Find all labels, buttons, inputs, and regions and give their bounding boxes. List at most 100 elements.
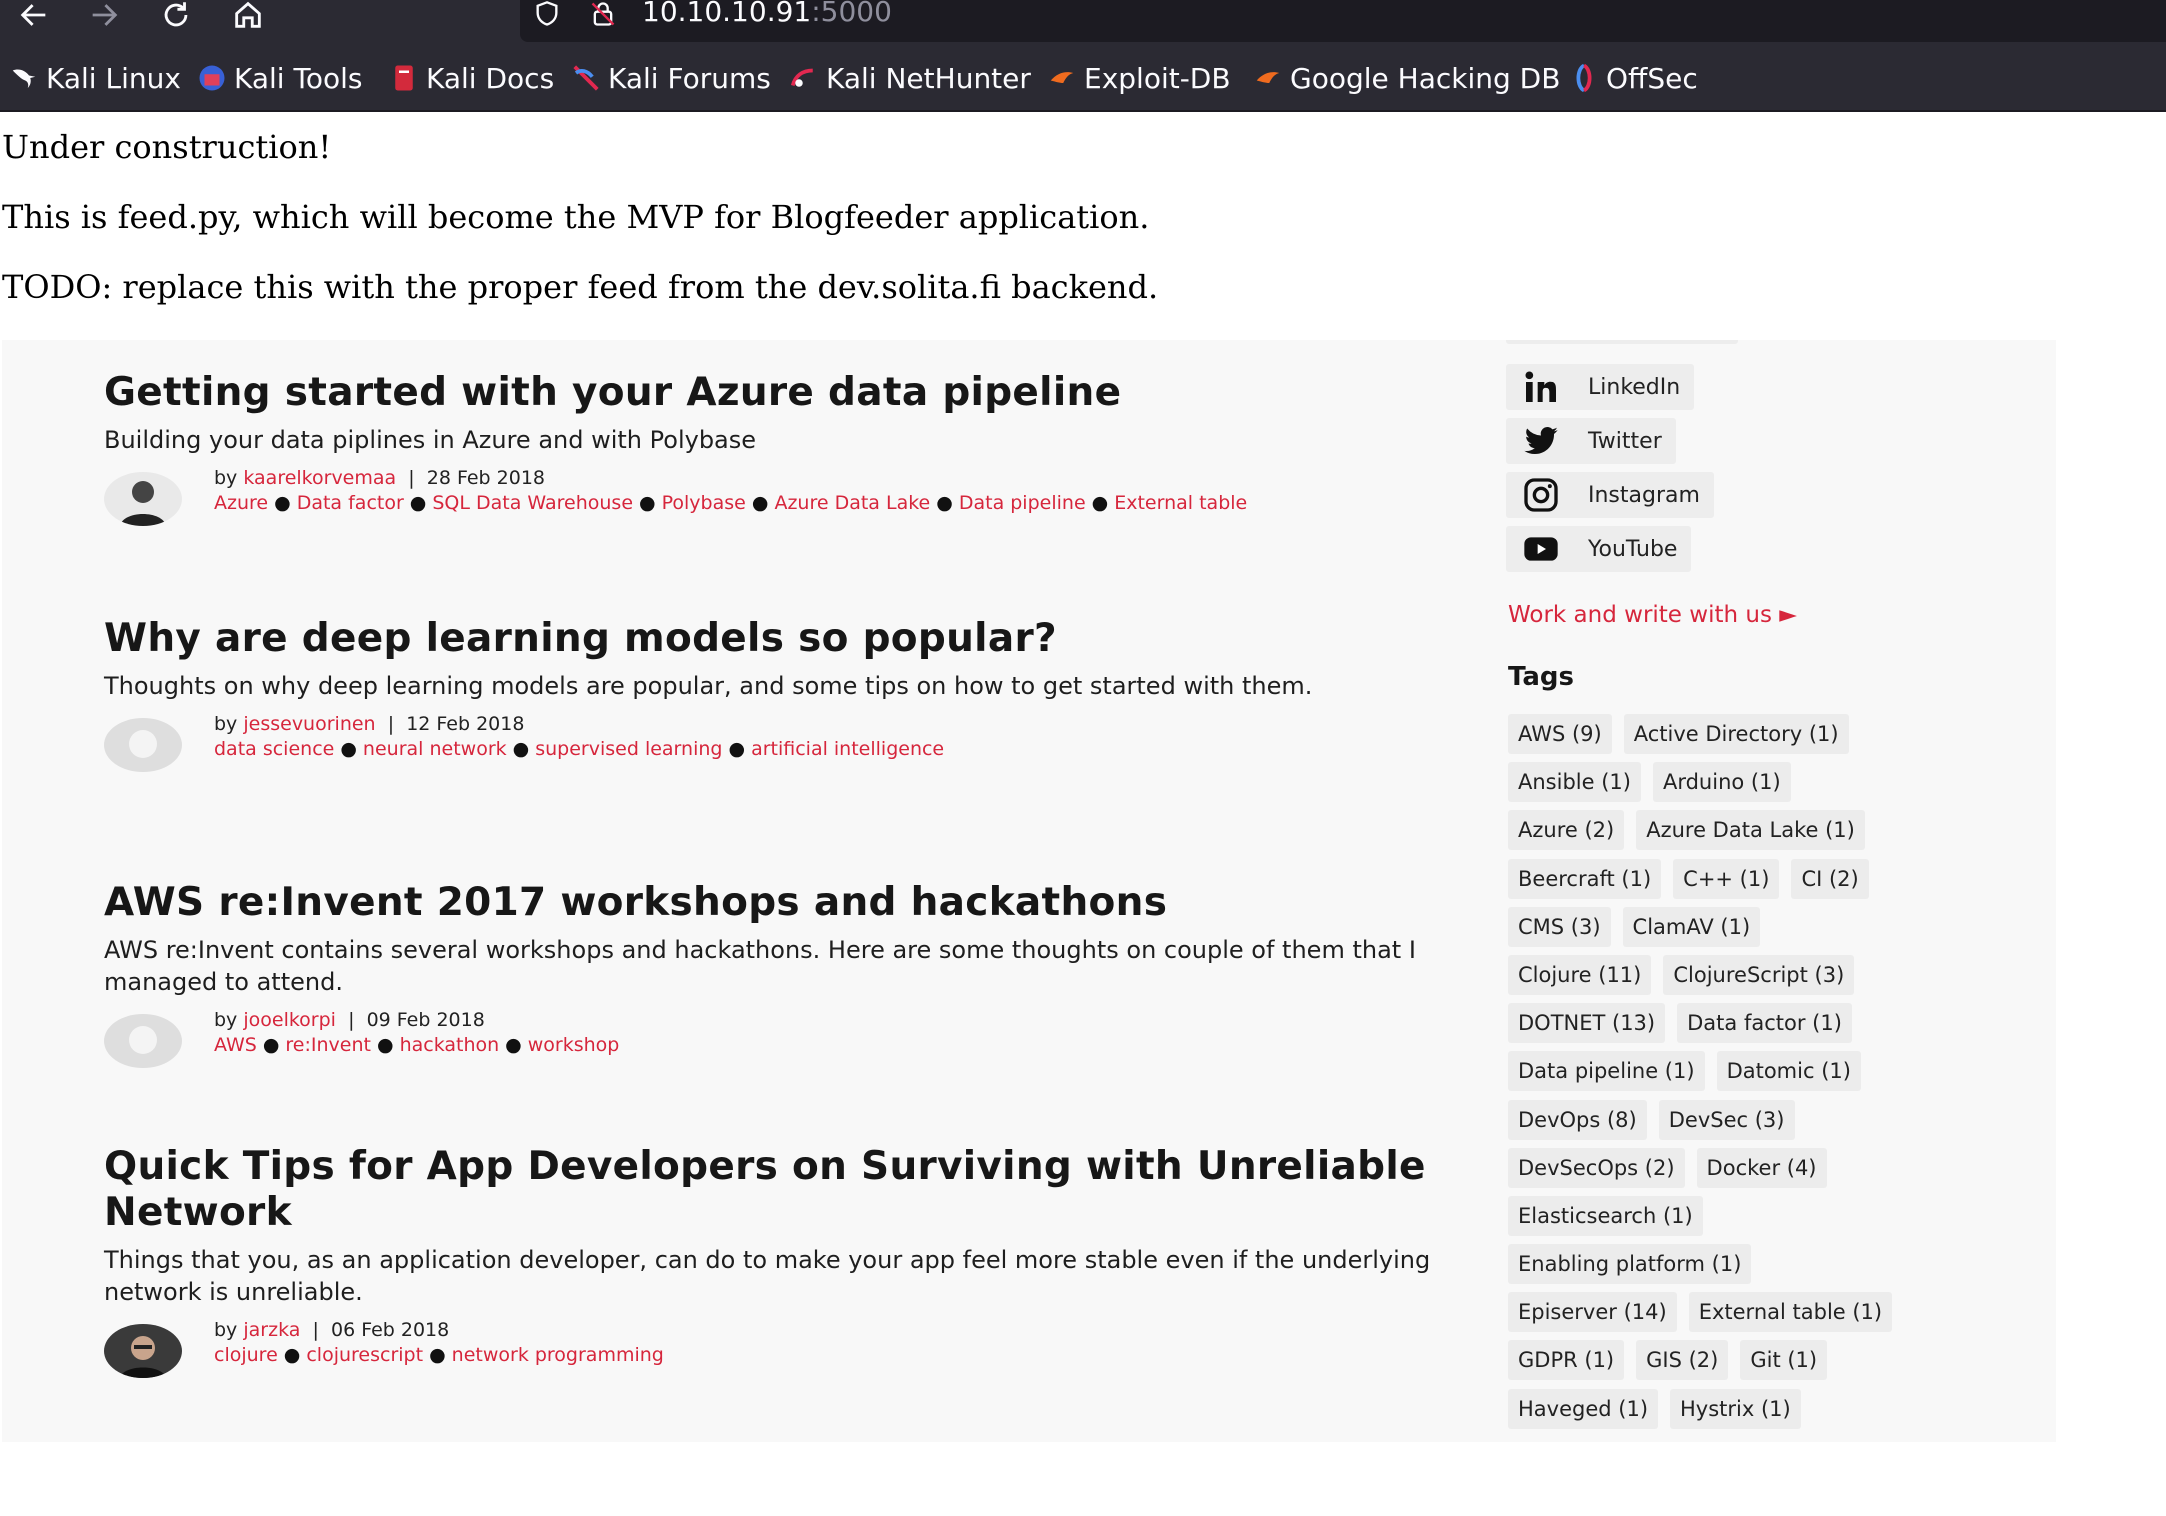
back-arrow-icon[interactable] <box>12 0 56 30</box>
tag-link[interactable]: artificial intelligence <box>751 738 944 760</box>
tag-link[interactable]: Data pipeline <box>959 492 1086 514</box>
social-linkedin[interactable]: LinkedIn <box>1506 364 1695 410</box>
tag-link[interactable]: SQL Data Warehouse <box>432 492 633 514</box>
under-construction-text: Under construction! <box>2 128 332 166</box>
tag-link[interactable]: External table <box>1114 492 1247 514</box>
bookmark-offsec[interactable]: OffSec <box>1568 60 1698 96</box>
tag-link[interactable]: data science <box>214 738 334 760</box>
author-link[interactable]: jessevuorinen <box>243 713 375 735</box>
bookmark-kali-nethunter[interactable]: Kali NetHunter <box>788 60 1031 96</box>
post-title[interactable]: Why are deep learning models so popular? <box>104 616 1444 662</box>
tag-chip[interactable]: Clojure (11) <box>1508 954 1652 995</box>
post-summary: Things that you, as an application devel… <box>104 1246 1431 1306</box>
reload-icon[interactable] <box>154 0 198 30</box>
insecure-lock-icon[interactable] <box>588 0 622 28</box>
tag-chip[interactable]: Hystrix (1) <box>1670 1388 1801 1429</box>
tracking-shield-icon[interactable] <box>532 0 566 28</box>
bookmark-kali-forums[interactable]: Kali Forums <box>570 60 771 96</box>
tag-row: GDPR (1) GIS (2) Git (1) <box>1508 1340 2008 1388</box>
bookmark-kali-linux[interactable]: Kali Linux <box>8 60 181 96</box>
todo-text: TODO: replace this with the proper feed … <box>2 268 1159 306</box>
author-link[interactable]: kaarelkorvemaa <box>243 467 396 489</box>
tag-link[interactable]: Azure Data Lake <box>774 492 930 514</box>
tag-chip[interactable]: Datomic (1) <box>1716 1051 1861 1092</box>
social-label: LinkedIn <box>1588 374 1681 400</box>
author-link[interactable]: jooelkorpi <box>243 1009 336 1031</box>
by-label: by <box>214 713 244 735</box>
tag-chip[interactable]: Beercraft (1) <box>1508 858 1662 899</box>
tag-chip[interactable]: C++ (1) <box>1673 858 1780 899</box>
tag-chip[interactable]: Active Directory (1) <box>1623 714 1849 754</box>
tag-link[interactable]: Azure <box>214 492 268 514</box>
blog-feed-image: Getting started with your Azure data pip… <box>2 340 2056 1442</box>
tag-chip[interactable]: Elasticsearch (1) <box>1508 1195 1703 1236</box>
tag-chip[interactable]: Episerver (14) <box>1508 1292 1677 1333</box>
tag-link[interactable]: Data factor <box>297 492 404 514</box>
bookmark-exploit-db[interactable]: Exploit-DB <box>1046 60 1231 96</box>
tag-link[interactable]: supervised learning <box>535 738 722 760</box>
tag-chip[interactable]: External table (1) <box>1688 1292 1893 1333</box>
instagram-icon <box>1518 475 1564 515</box>
tag-chip[interactable]: ClojureScript (3) <box>1663 954 1855 995</box>
tag-chip[interactable]: AWS (9) <box>1508 714 1612 754</box>
tag-chip[interactable]: Arduino (1) <box>1652 762 1791 803</box>
tag-chip[interactable]: DevSec (3) <box>1658 1099 1795 1140</box>
ghdb-icon <box>1252 62 1284 94</box>
post-title[interactable]: Getting started with your Azure data pip… <box>104 370 1444 416</box>
home-icon[interactable] <box>226 0 270 30</box>
tag-link[interactable]: network programming <box>452 1344 664 1366</box>
tag-chip[interactable]: Data factor (1) <box>1677 1003 1852 1044</box>
tag-link[interactable]: hackathon <box>400 1034 500 1056</box>
tag-row: Haveged (1) Hystrix (1) <box>1508 1388 2008 1437</box>
tag-link[interactable]: Polybase <box>662 492 746 514</box>
author-link[interactable]: jarzka <box>243 1319 300 1341</box>
twitter-icon <box>1518 421 1564 461</box>
tag-chip[interactable]: DevSecOps (2) <box>1508 1147 1685 1188</box>
tag-link[interactable]: workshop <box>528 1034 620 1056</box>
tag-chip[interactable]: DevOps (8) <box>1508 1099 1647 1140</box>
url-text[interactable]: 10.10.10.91:5000 <box>642 0 892 30</box>
tag-chip[interactable]: Git (1) <box>1740 1340 1828 1381</box>
tag-chip[interactable]: Ansible (1) <box>1508 762 1641 803</box>
bookmark-kali-tools[interactable]: Kali Tools <box>196 60 362 96</box>
bookmark-label: Kali Tools <box>234 61 363 95</box>
tag-link[interactable]: re:Invent <box>285 1034 371 1056</box>
tag-chip[interactable]: DOTNET (13) <box>1508 1003 1666 1044</box>
tag-link[interactable]: AWS <box>214 1034 257 1056</box>
bookmark-label: Google Hacking DB <box>1290 61 1561 95</box>
tag-chip[interactable]: Haveged (1) <box>1508 1388 1659 1429</box>
post-title[interactable]: AWS re:Invent 2017 workshops and hackath… <box>104 880 1444 926</box>
social-youtube[interactable]: YouTube <box>1506 526 1692 572</box>
avatar <box>104 1014 182 1068</box>
tag-row: DOTNET (13) Data factor (1) <box>1508 1003 2008 1051</box>
tag-chip[interactable]: Docker (4) <box>1696 1147 1827 1188</box>
blog-post: AWS re:Invent 2017 workshops and hackath… <box>104 880 1444 1068</box>
bookmark-google-hacking-db[interactable]: Google Hacking DB <box>1252 60 1560 96</box>
tag-chip[interactable]: Data pipeline (1) <box>1508 1051 1705 1092</box>
social-twitter[interactable]: Twitter <box>1506 418 1676 464</box>
tag-link[interactable]: neural network <box>363 738 507 760</box>
offsec-icon <box>1568 62 1600 94</box>
post-title[interactable]: Quick Tips for App Developers on Survivi… <box>104 1144 1444 1236</box>
tag-link[interactable]: clojure <box>214 1344 278 1366</box>
tag-chip[interactable]: CI (2) <box>1791 858 1869 899</box>
url-port: :5000 <box>811 0 892 28</box>
meta-separator: | <box>387 713 395 735</box>
tag-chip[interactable]: Azure (2) <box>1508 810 1625 851</box>
social-instagram[interactable]: Instagram <box>1506 472 1714 518</box>
blog-post: Why are deep learning models so popular?… <box>104 616 1444 772</box>
tag-row: Data pipeline (1) Datomic (1) <box>1508 1051 2008 1099</box>
tag-chip[interactable]: CMS (3) <box>1508 906 1611 947</box>
work-and-write-link[interactable]: Work and write with us ► <box>1508 602 1797 628</box>
forward-arrow-icon[interactable] <box>82 0 126 30</box>
tag-chip[interactable]: Enabling platform (1) <box>1508 1244 1752 1285</box>
tag-chip[interactable]: ClamAV (1) <box>1622 906 1761 947</box>
blog-post: Getting started with your Azure data pip… <box>104 370 1444 526</box>
tag-chip[interactable]: Azure Data Lake (1) <box>1636 810 1865 851</box>
bookmark-kali-docs[interactable]: Kali Docs <box>388 60 554 96</box>
tag-chip[interactable]: GDPR (1) <box>1508 1340 1625 1381</box>
post-summary: Building your data piplines in Azure and… <box>104 426 757 454</box>
tag-link[interactable]: clojurescript <box>306 1344 423 1366</box>
tag-chip[interactable]: GIS (2) <box>1636 1340 1729 1381</box>
feed-description-text: This is feed.py, which will become the M… <box>2 198 1150 236</box>
